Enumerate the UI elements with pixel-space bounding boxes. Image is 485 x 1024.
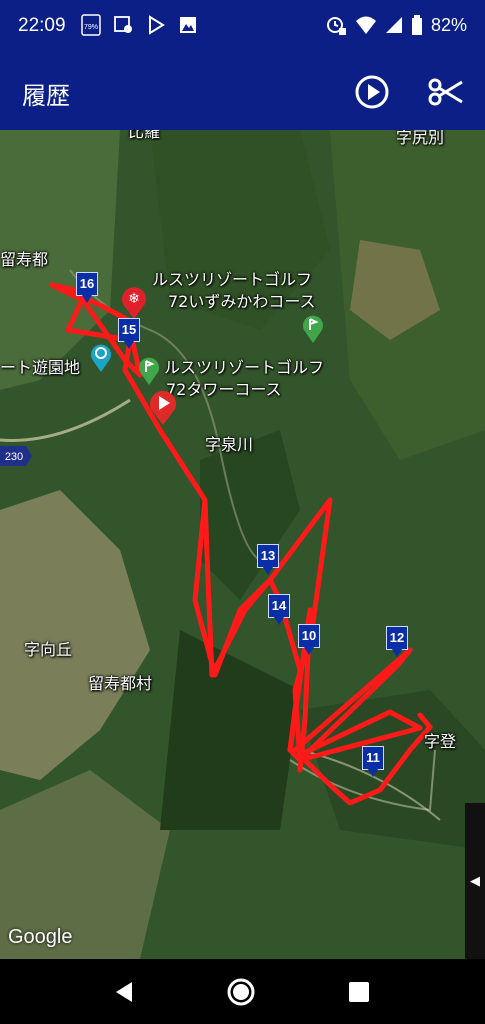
scissors-icon: [428, 78, 463, 106]
battery-icon: [411, 15, 422, 35]
status-left-icons: 79%: [80, 14, 198, 36]
label-rusutsu: 留寿都: [0, 250, 49, 269]
label-mukaioka: 字向丘: [24, 640, 73, 659]
play-store-icon: [149, 15, 165, 35]
label-golf-tower-2: 72タワーコース: [166, 380, 282, 399]
golf-pin-icon-2[interactable]: [302, 314, 324, 344]
label-golf-izumikawa-1: ルスツリゾートゴルフ: [152, 270, 313, 289]
marker-16[interactable]: 16: [76, 272, 98, 304]
marker-11[interactable]: 11: [362, 746, 384, 778]
status-right-icons: 82%: [325, 14, 467, 36]
back-button[interactable]: [110, 977, 140, 1007]
battery-percent: 82%: [430, 14, 467, 35]
location-icon: [114, 16, 132, 33]
start-pin-icon[interactable]: [148, 388, 178, 426]
label-golf-tower-1: ルスツリゾートゴルフ: [164, 358, 325, 377]
image-icon: [180, 17, 196, 33]
home-button[interactable]: [226, 977, 256, 1007]
route-230-badge: 230: [0, 446, 32, 466]
amusement-park-pin-icon[interactable]: [90, 343, 112, 373]
satellite-imagery: [0, 130, 485, 959]
status-time: 22:09: [18, 15, 66, 36]
play-icon: [355, 75, 389, 109]
label-izumi-river: 字泉川: [205, 435, 254, 454]
map-view[interactable]: 比羅 字尻別 留寿都 ルスツリゾートゴルフ 72いずみかわコース ート遊園地 ル…: [0, 130, 485, 959]
play-button[interactable]: [354, 74, 390, 110]
label-golf-izumikawa-2: 72いずみかわコース: [168, 292, 316, 311]
marker-10[interactable]: 10: [298, 624, 320, 656]
svg-text:❄: ❄: [128, 291, 140, 307]
label-top-right: 字尻別: [396, 130, 445, 147]
svg-text:230: 230: [5, 451, 23, 463]
app-bar: 履歴: [0, 54, 485, 130]
svg-text:79%: 79%: [84, 24, 98, 31]
marker-13[interactable]: 13: [257, 544, 279, 576]
ski-pin-icon[interactable]: ❄: [120, 284, 148, 320]
label-noboru: 字登: [424, 732, 457, 751]
recents-button[interactable]: [344, 977, 374, 1007]
status-bar: 22:09 79% 82%: [0, 0, 485, 54]
marker-14[interactable]: 14: [268, 594, 290, 626]
marker-12[interactable]: 12: [386, 626, 408, 658]
label-rusutsu-village: 留寿都村: [88, 674, 153, 693]
page-title: 履歴: [22, 82, 70, 110]
chevron-left-icon: ◀: [470, 873, 480, 889]
marker-15[interactable]: 15: [118, 318, 140, 350]
cut-button[interactable]: [426, 74, 466, 110]
label-amusement: ート遊園地: [0, 358, 81, 377]
navigation-bar: [0, 959, 485, 1024]
alarm-icon: [326, 17, 346, 35]
sim-icon: 79%: [81, 14, 101, 36]
wifi-icon: [355, 16, 376, 34]
side-panel-handle[interactable]: ◀: [465, 803, 485, 959]
google-logo: Google: [8, 926, 73, 948]
label-top-left: 比羅: [128, 130, 161, 141]
signal-icon: [385, 17, 402, 33]
golf-pin-icon[interactable]: [138, 356, 160, 386]
